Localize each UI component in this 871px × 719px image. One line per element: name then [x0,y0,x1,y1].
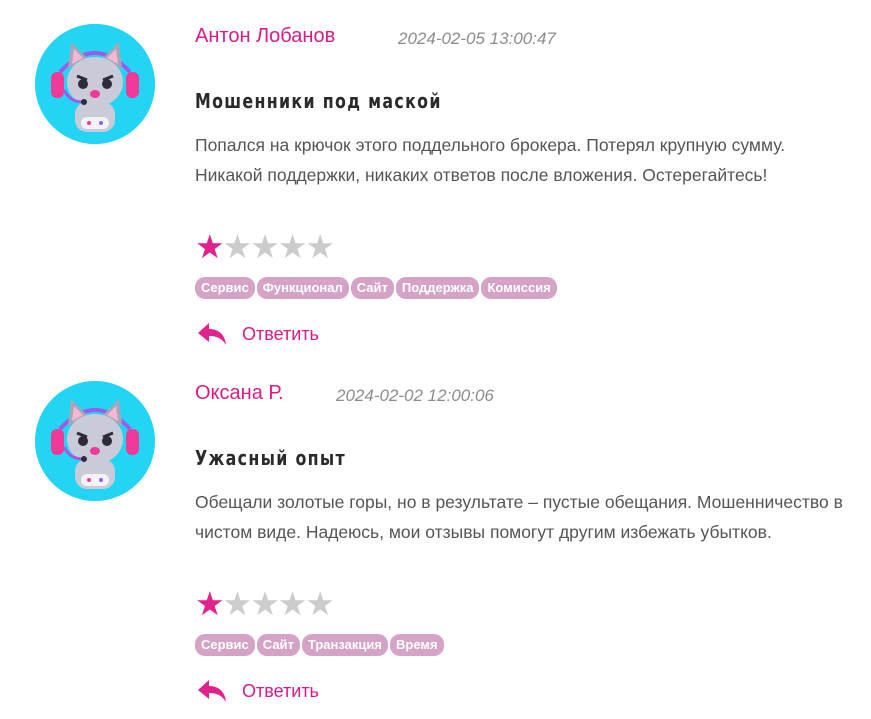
star-empty-icon: ★ [250,585,280,622]
star-empty-icon: ★ [222,228,253,265]
reply-label: Ответить [242,324,319,344]
review-tag: Сайт [350,277,394,299]
review-item: Антон Лобанов 2024-02-05 13:00:47 Мошенн… [0,0,871,358]
review-author: Оксана Р. [195,382,284,404]
review-author: Антон Лобанов [195,25,336,47]
reply-arrow-icon [198,323,226,345]
avatar-image [35,381,155,501]
review-tag: Поддержка [395,277,480,299]
review-item: Оксана Р. 2024-02-02 12:00:06 Ужасный оп… [0,357,871,715]
review-date: 2024-02-05 13:00:47 [398,29,556,48]
review-tags: Сервис Сайт Транзакция Время [195,634,446,656]
star-empty-icon: ★ [277,585,308,622]
review-title: Ужасный опыт [195,446,347,470]
review-title: Мошенники под маской [195,89,442,113]
review-text: Попался на крючок этого поддельного брок… [195,135,786,185]
review-tag: Время [390,634,444,656]
review-tag: Сервис [195,277,255,299]
star-empty-icon: ★ [305,585,335,622]
review-tag: Сервис [195,634,255,656]
review-tags: Сервис Функционал Сайт Поддержка Комиссия [195,277,559,299]
reply-arrow-icon [198,680,226,702]
review-tag: Сайт [256,634,300,656]
star-filled-icon: ★ [195,585,225,622]
review-tag: Функционал [256,277,349,299]
gamer-cat-avatar-icon [35,381,155,501]
star-empty-icon: ★ [222,585,253,622]
review-tag: Комиссия [481,277,557,299]
rating-stars: ★★★★★ [195,585,335,622]
star-empty-icon: ★ [250,228,280,265]
avatar-image [35,24,155,144]
rating-stars: ★★★★★ [195,228,335,265]
review-tag: Транзакция [301,634,388,656]
review-date: 2024-02-02 12:00:06 [336,386,494,405]
star-filled-icon: ★ [195,228,225,265]
reply-label: Ответить [242,681,319,701]
review-text: Обещали золотые горы, но в результате – … [195,492,843,542]
star-empty-icon: ★ [277,228,308,265]
star-empty-icon: ★ [305,228,335,265]
gamer-cat-avatar-icon [35,24,155,144]
